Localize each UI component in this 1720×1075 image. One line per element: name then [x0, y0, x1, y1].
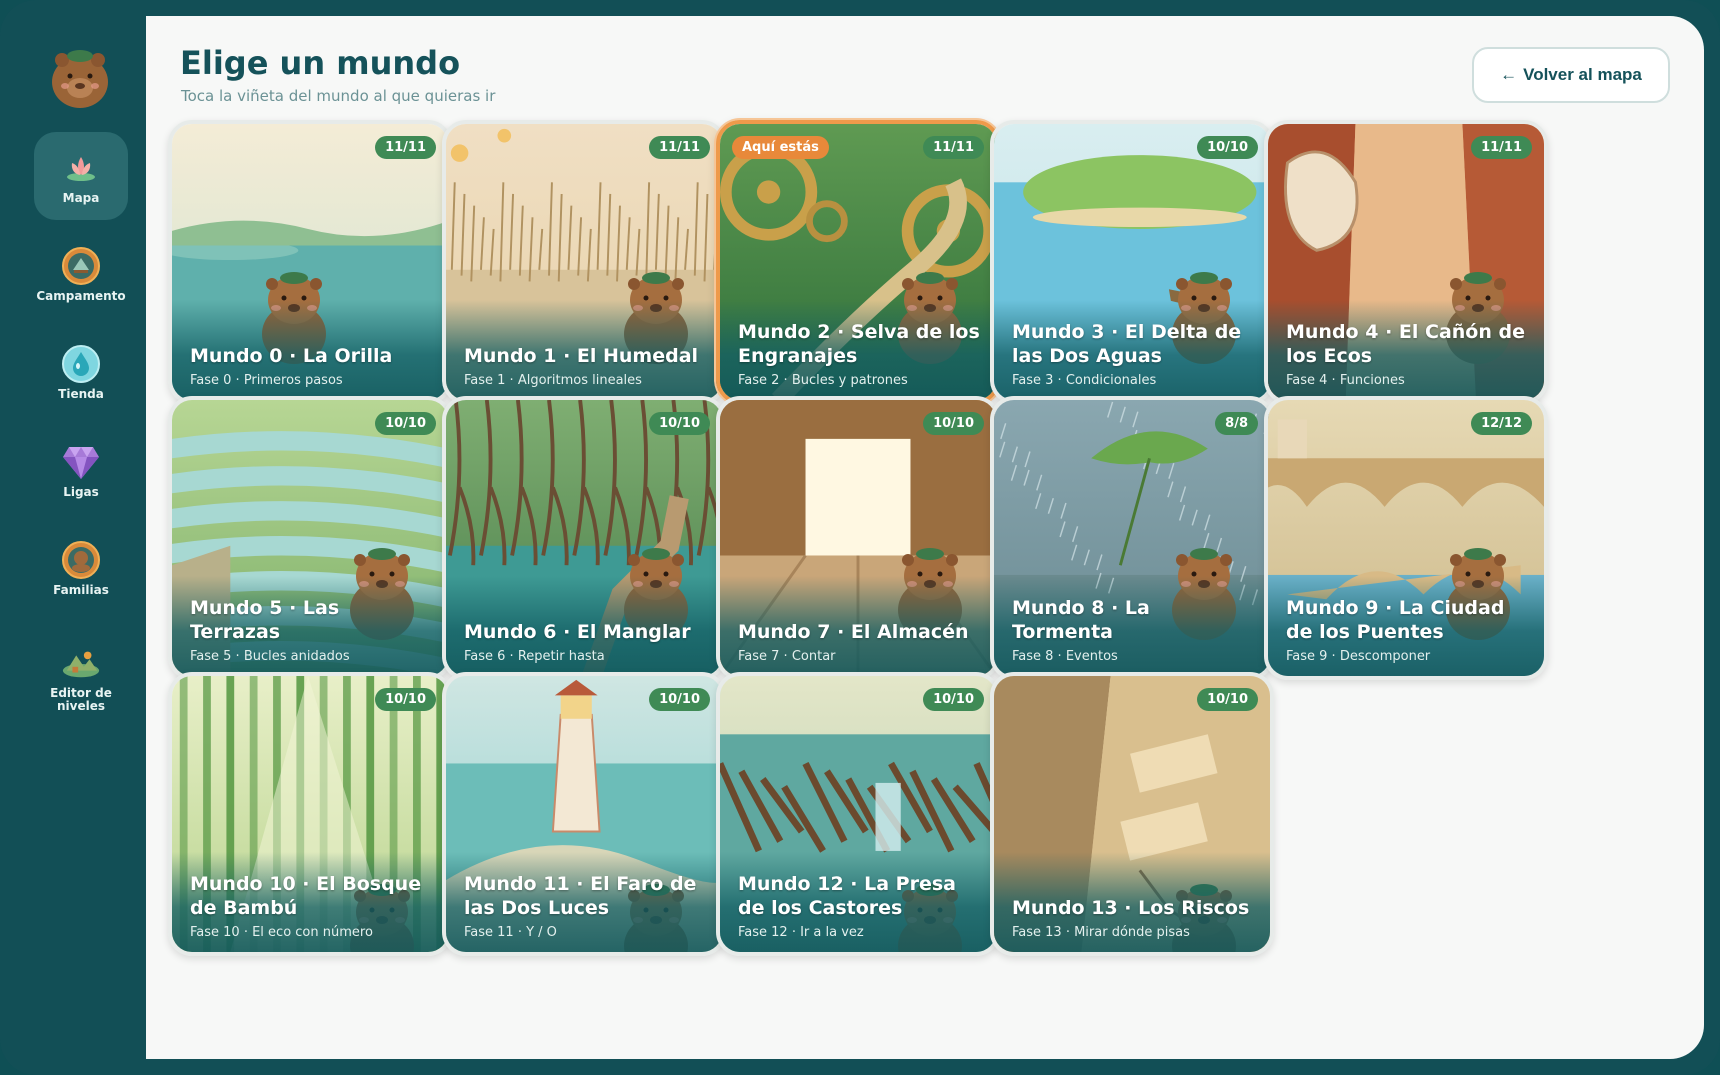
capybara-avatar[interactable] — [48, 38, 112, 110]
world-phase: Fase 2 · Bucles y patrones — [738, 373, 908, 388]
world-card[interactable]: 11/11 Mundo 1 · El Humedal Fase 1 · Algo… — [442, 120, 726, 404]
world-title: Mundo 11 · El Faro de las Dos Luces — [464, 873, 697, 919]
drop-icon — [61, 344, 101, 384]
world-title: Mundo 9 · La Ciudad de los Puentes — [1286, 597, 1505, 643]
progress-badge: 11/11 — [375, 136, 436, 159]
current-location-badge: Aquí estás — [732, 136, 829, 159]
sidebar-item-ligas[interactable]: Ligas — [34, 426, 128, 514]
world-title: Mundo 6 · El Manglar — [464, 621, 691, 643]
back-to-map-button[interactable]: ← Volver al mapa — [1472, 47, 1670, 103]
progress-badge: 10/10 — [923, 688, 984, 711]
world-card[interactable]: 11/11 Mundo 0 · La Orilla Fase 0 · Prime… — [168, 120, 452, 404]
world-phase: Fase 12 · Ir a la vez — [738, 925, 864, 940]
world-phase: Fase 4 · Funciones — [1286, 373, 1405, 388]
sidebar-item-editor-de-niveles[interactable]: Editor de niveles — [34, 630, 128, 726]
progress-badge: 12/12 — [1471, 412, 1532, 435]
sidebar-item-label: Familias — [53, 582, 109, 597]
sidebar: Mapa Campamento Tienda Ligas Familias Ed… — [0, 0, 146, 1075]
lotus-icon — [61, 148, 101, 188]
world-card[interactable]: 8/8 Mundo 8 · La Tormenta Fase 8 · Event… — [990, 396, 1274, 680]
world-card[interactable]: 10/10 Mundo 11 · El Faro de las Dos Luce… — [442, 672, 726, 956]
world-card[interactable]: 10/10 Mundo 6 · El Manglar Fase 6 · Repe… — [442, 396, 726, 680]
world-card[interactable]: 10/10 Mundo 3 · El Delta de las Dos Agua… — [990, 120, 1274, 404]
world-card[interactable]: 10/10 Mundo 7 · El Almacén Fase 7 · Cont… — [716, 396, 1000, 680]
world-card[interactable]: 10/10 Mundo 12 · La Presa de los Castore… — [716, 672, 1000, 956]
world-phase: Fase 5 · Bucles anidados — [190, 649, 350, 664]
world-phase: Fase 0 · Primeros pasos — [190, 373, 343, 388]
arrow-left-icon: ← — [1500, 65, 1518, 84]
progress-badge: 10/10 — [649, 688, 710, 711]
world-title: Mundo 13 · Los Riscos — [1012, 897, 1250, 919]
app-frame: Mapa Campamento Tienda Ligas Familias Ed… — [0, 0, 1720, 1075]
world-phase: Fase 10 · El eco con número — [190, 925, 373, 940]
sidebar-item-campamento[interactable]: Campamento — [34, 230, 128, 318]
progress-badge: 8/8 — [1215, 412, 1258, 435]
world-title: Mundo 8 · La Tormenta — [1012, 597, 1150, 643]
editor-icon — [61, 643, 101, 683]
world-phase: Fase 11 · Y / O — [464, 925, 557, 940]
world-title: Mundo 12 · La Presa de los Castores — [738, 873, 956, 919]
world-selector-panel: Elige un mundo Toca la viñeta del mundo … — [146, 16, 1704, 1059]
progress-badge: 10/10 — [1197, 136, 1258, 159]
progress-badge: 10/10 — [375, 688, 436, 711]
sidebar-item-familias[interactable]: Familias — [34, 524, 128, 612]
sidebar-item-tienda[interactable]: Tienda — [34, 328, 128, 416]
family-icon — [61, 540, 101, 580]
world-title: Mundo 0 · La Orilla — [190, 345, 393, 367]
world-title: Mundo 10 · El Bosque de Bambú — [190, 873, 422, 919]
progress-badge: 11/11 — [923, 136, 984, 159]
sidebar-item-mapa[interactable]: Mapa — [34, 132, 128, 220]
world-title: Mundo 5 · Las Terrazas — [190, 597, 340, 643]
world-card[interactable]: 12/12 Mundo 9 · La Ciudad de los Puentes… — [1264, 396, 1548, 680]
world-card[interactable]: 10/10 Mundo 10 · El Bosque de Bambú Fase… — [168, 672, 452, 956]
progress-badge: 10/10 — [923, 412, 984, 435]
sidebar-item-label: Tienda — [58, 386, 104, 401]
world-phase: Fase 13 · Mirar dónde pisas — [1012, 925, 1190, 940]
world-card[interactable]: 11/11 Mundo 4 · El Cañón de los Ecos Fas… — [1264, 120, 1548, 404]
progress-badge: 10/10 — [649, 412, 710, 435]
progress-badge: 11/11 — [1471, 136, 1532, 159]
sidebar-item-label: Mapa — [62, 190, 100, 205]
progress-badge: 10/10 — [375, 412, 436, 435]
page-title: Elige un mundo — [180, 44, 461, 82]
world-phase: Fase 7 · Contar — [738, 649, 836, 664]
world-card[interactable]: 10/10 Mundo 13 · Los Riscos Fase 13 · Mi… — [990, 672, 1274, 956]
world-phase: Fase 8 · Eventos — [1012, 649, 1118, 664]
world-card[interactable]: 10/10 Mundo 5 · Las Terrazas Fase 5 · Bu… — [168, 396, 452, 680]
world-phase: Fase 3 · Condicionales — [1012, 373, 1157, 388]
world-title: Mundo 2 · Selva de los Engranajes — [738, 321, 980, 367]
world-title: Mundo 1 · El Humedal — [464, 345, 699, 367]
progress-badge: 10/10 — [1197, 688, 1258, 711]
sidebar-item-label: Campamento — [36, 288, 126, 303]
world-title: Mundo 4 · El Cañón de los Ecos — [1286, 321, 1525, 367]
world-phase: Fase 6 · Repetir hasta — [464, 649, 605, 664]
progress-badge: 11/11 — [649, 136, 710, 159]
back-button-label: Volver al mapa — [1523, 65, 1642, 84]
page-subtitle: Toca la viñeta del mundo al que quieras … — [181, 87, 496, 105]
campfire-icon — [61, 246, 101, 286]
gem-icon — [61, 442, 101, 482]
world-title: Mundo 3 · El Delta de las Dos Aguas — [1012, 321, 1242, 367]
world-card[interactable]: Aquí estás 11/11 Mundo 2 · Selva de los … — [716, 120, 1000, 404]
world-phase: Fase 9 · Descomponer — [1286, 649, 1431, 664]
sidebar-item-label: Ligas — [63, 484, 99, 499]
world-phase: Fase 1 · Algoritmos lineales — [464, 373, 642, 388]
world-title: Mundo 7 · El Almacén — [738, 621, 969, 643]
sidebar-item-label: Editor de niveles — [50, 686, 112, 713]
